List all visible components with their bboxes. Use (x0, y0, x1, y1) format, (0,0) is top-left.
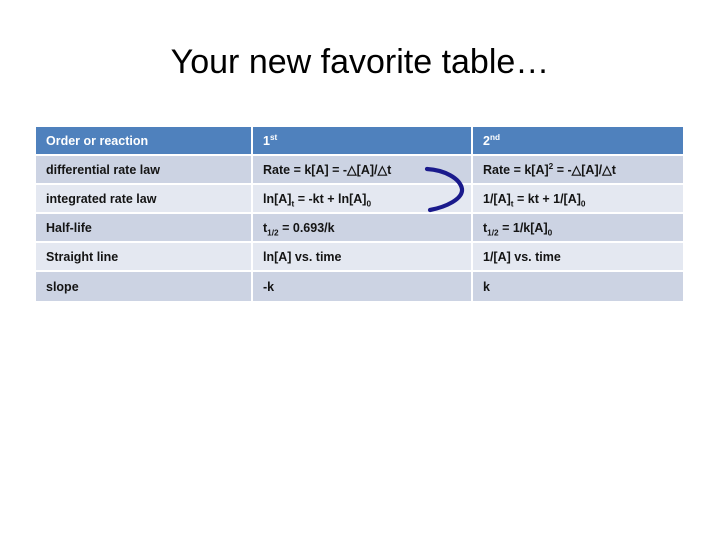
row-label-differential-rate-law: differential rate law (36, 156, 253, 185)
table-row: differential rate law Rate = k[A] = -△[A… (36, 156, 683, 185)
page-title: Your new favorite table… (170, 43, 550, 81)
subscript-zero: 0 (547, 228, 553, 237)
table-row: slope -k k (36, 272, 683, 301)
subscript-zero: 0 (580, 199, 586, 208)
column-header-order-label: Order or reaction (46, 133, 149, 148)
slide-canvas: Your new favorite table… Order or reacti… (0, 0, 720, 540)
cell-straight-line-first-order: ln[A] vs. time (253, 243, 473, 272)
table-row: Half-life t1/2 = 0.693/k t1/2 = 1/k[A]0 (36, 214, 683, 243)
row-label-half-life: Half-life (36, 214, 253, 243)
table-row: integrated rate law ln[A]t = -kt + ln[A]… (36, 185, 683, 214)
row-label-integrated-rate-law: integrated rate law (36, 185, 253, 214)
subscript-t: t (291, 199, 295, 208)
cell-slope-second-order: k (473, 272, 683, 301)
column-header-first-order-sup: st (269, 132, 278, 142)
cell-straight-line-second-order: 1/[A] vs. time (473, 243, 683, 272)
subscript-t: t (510, 199, 514, 208)
rate-law-table-container: Order or reaction 1st 2nd differential r… (36, 127, 683, 301)
table-body: differential rate law Rate = k[A] = -△[A… (36, 156, 683, 301)
column-header-second-order: 2nd (473, 127, 683, 156)
rate-law-table: Order or reaction 1st 2nd differential r… (36, 127, 683, 301)
subscript-half: 1/2 (487, 228, 499, 237)
column-header-second-order-sup: nd (489, 132, 501, 142)
cell-slope-first-order: -k (253, 272, 473, 301)
cell-integrated-first-order: ln[A]t = -kt + ln[A]0 (253, 185, 473, 214)
cell-differential-second-order: Rate = k[A]2 = -△[A]/△t (473, 156, 683, 185)
column-header-first-order: 1st (253, 127, 473, 156)
column-header-first-order-label: 1 (263, 133, 270, 148)
cell-half-life-first-order: t1/2 = 0.693/k (253, 214, 473, 243)
exponent-two: 2 (548, 161, 554, 171)
column-header-order: Order or reaction (36, 127, 253, 156)
row-label-slope: slope (36, 272, 253, 301)
table-row: Straight line ln[A] vs. time 1/[A] vs. t… (36, 243, 683, 272)
row-label-straight-line: Straight line (36, 243, 253, 272)
subscript-half: 1/2 (267, 228, 279, 237)
cell-integrated-second-order: 1/[A]t = kt + 1/[A]0 (473, 185, 683, 214)
cell-half-life-second-order: t1/2 = 1/k[A]0 (473, 214, 683, 243)
cell-differential-first-order: Rate = k[A] = -△[A]/△t (253, 156, 473, 185)
column-header-second-order-label: 2 (483, 133, 490, 148)
table-header-row: Order or reaction 1st 2nd (36, 127, 683, 156)
subscript-zero: 0 (366, 199, 372, 208)
